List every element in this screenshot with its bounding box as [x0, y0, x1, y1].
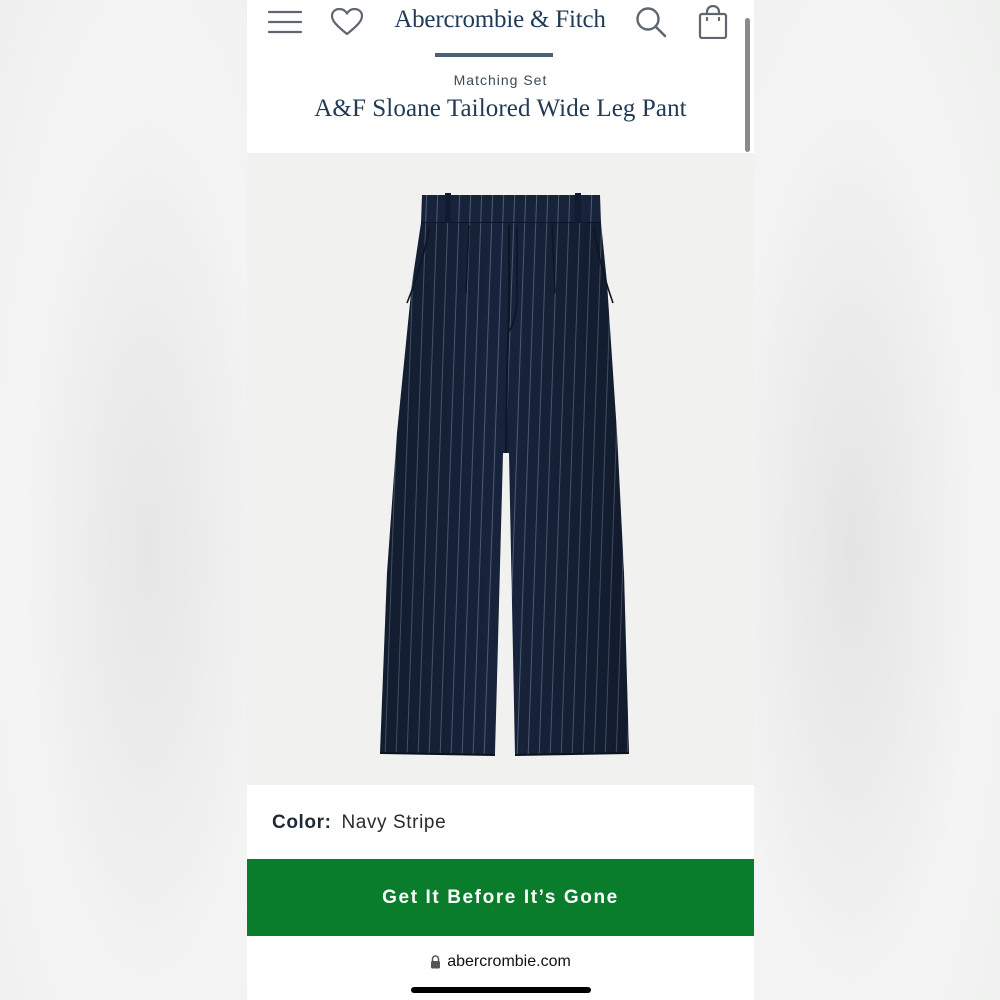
wishlist-button[interactable]	[329, 2, 365, 42]
browser-url-text: abercrombie.com	[447, 953, 571, 970]
get-it-before-its-gone-button[interactable]: Get It Before It’s Gone	[247, 859, 754, 936]
color-label: Color:	[272, 812, 332, 833]
search-icon	[636, 7, 667, 38]
pants-illustration	[379, 193, 630, 756]
scrollbar[interactable]	[745, 18, 750, 152]
color-selector: Color: Navy Stripe	[272, 812, 446, 834]
search-button[interactable]	[633, 2, 669, 42]
brand-logo[interactable]: Abercrombie & Fitch	[387, 2, 613, 38]
background-blur-right	[753, 0, 1000, 1000]
lock-icon	[431, 955, 441, 969]
product-title: A&F Sloane Tailored Wide Leg Pant	[314, 95, 687, 122]
menu-icon	[268, 10, 302, 34]
menu-button[interactable]	[267, 2, 303, 42]
heart-icon	[331, 8, 363, 36]
shopping-bag-icon	[698, 5, 728, 39]
site-header: Abercrombie & Fitch Matching Set A&F Slo…	[247, 0, 754, 153]
brand-underline	[435, 53, 553, 57]
browser-url-bar[interactable]: abercrombie.com	[247, 948, 754, 976]
product-eyebrow: Matching Set	[453, 72, 548, 88]
home-indicator[interactable]	[411, 987, 591, 993]
product-image[interactable]	[247, 153, 754, 785]
shopping-bag-button[interactable]	[695, 2, 731, 42]
color-value: Navy Stripe	[341, 812, 447, 833]
background-blur-left	[0, 0, 247, 1000]
phone-screen: Abercrombie & Fitch Matching Set A&F Slo…	[247, 0, 754, 1000]
